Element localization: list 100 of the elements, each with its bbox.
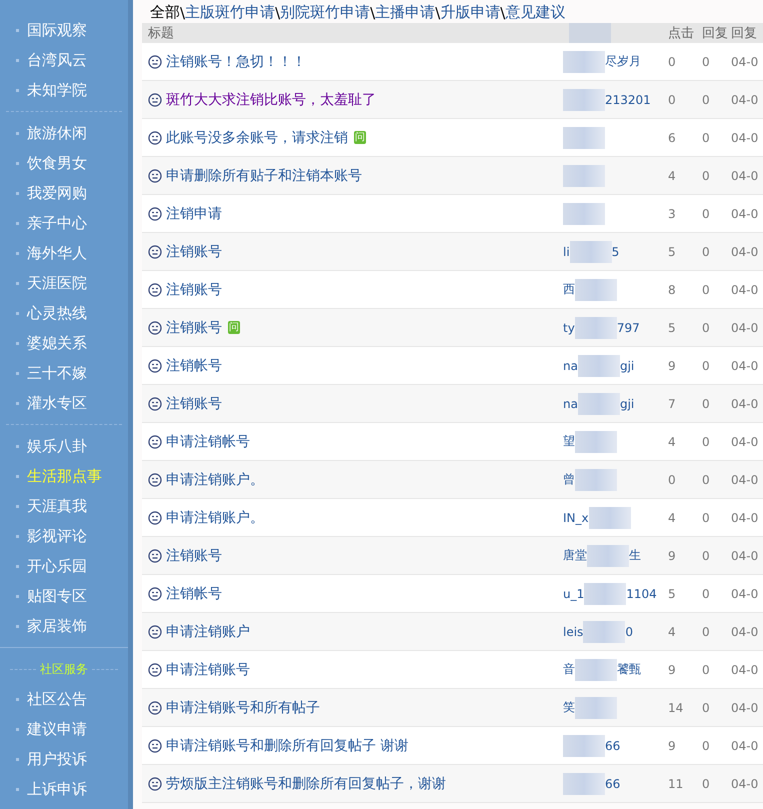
bullet-icon	[16, 222, 19, 224]
author-text: 笑	[563, 699, 575, 716]
reply-count: 0	[702, 130, 710, 144]
bullet-icon	[16, 312, 19, 314]
blurred-area	[575, 468, 617, 490]
thread-title-link[interactable]: 申请注销账号和删除所有回复帖子 谢谢	[166, 736, 408, 754]
reply-count: 0	[702, 738, 710, 752]
category-link[interactable]: 升版申请	[440, 3, 500, 22]
bullet-icon	[16, 28, 19, 32]
face-icon	[148, 168, 162, 182]
path-separator: \	[500, 4, 506, 22]
face-icon	[148, 92, 162, 106]
reply-date: 04-0	[731, 92, 758, 106]
thread-title-link[interactable]: 申请注销账户。	[166, 470, 264, 488]
thread-title-link[interactable]: 注销账号	[166, 318, 222, 336]
thread-title-link[interactable]: 注销帐号	[166, 356, 222, 374]
thread-title-link[interactable]: 申请注销账户	[166, 622, 250, 640]
bullet-icon	[16, 88, 19, 92]
author-text: 66	[605, 738, 620, 752]
face-icon	[148, 548, 162, 562]
click-count: 3	[668, 206, 676, 220]
face-icon	[148, 206, 162, 220]
category-link[interactable]: 主版斑竹申请	[185, 3, 276, 22]
reply-date: 04-0	[731, 586, 758, 600]
author-text: 唐堂	[563, 547, 587, 564]
author-text: ty	[563, 320, 575, 334]
thread-title-link[interactable]: 申请注销账户。	[166, 508, 264, 526]
blurred-area	[575, 658, 617, 680]
reply-count: 0	[702, 92, 710, 106]
thread-title-link[interactable]: 申请删除所有贴子和注销本账号	[166, 166, 362, 184]
author-text: 望	[563, 433, 575, 450]
author-text: 0	[625, 624, 633, 638]
category-link[interactable]: 全部	[150, 3, 180, 22]
blurred-area	[588, 506, 631, 528]
blurred-area	[569, 23, 611, 43]
bullet-icon	[16, 788, 19, 790]
thread-title-link[interactable]: 注销帐号	[166, 584, 222, 602]
category-link[interactable]: 别院斑竹申请	[280, 3, 370, 22]
face-icon	[148, 624, 162, 638]
click-count: 8	[668, 282, 676, 296]
click-count: 11	[668, 776, 684, 790]
blurred-area	[578, 354, 620, 376]
reply-date: 04-0	[731, 472, 758, 486]
click-count: 6	[668, 130, 676, 144]
thread-title-link[interactable]: 注销账号	[166, 546, 222, 564]
reply-count: 0	[702, 434, 710, 448]
blurred-area	[583, 620, 626, 642]
author-text: 1104	[626, 586, 657, 600]
reply-count: 0	[702, 700, 710, 714]
thread-title-link[interactable]: 注销账号	[166, 280, 222, 298]
thread-title-link[interactable]: 申请注销帐号	[166, 432, 250, 450]
blurred-area	[578, 392, 620, 414]
click-count: 4	[668, 624, 676, 638]
reply-date: 04-0	[731, 548, 758, 562]
thread-title-link[interactable]: 注销账号	[166, 394, 222, 412]
face-icon	[148, 776, 162, 790]
thread-title-link[interactable]: 注销申请	[166, 204, 222, 222]
author-text: IN_x	[563, 510, 589, 524]
thread-title-link[interactable]: 注销账号	[166, 242, 222, 260]
thread-title-link[interactable]: 注销账号！急切！！！	[166, 52, 306, 70]
path-separator: \	[275, 4, 280, 22]
face-icon	[148, 434, 162, 448]
column-header: 点击	[668, 25, 695, 43]
reply-date: 04-0	[731, 130, 758, 144]
click-count: 5	[668, 320, 676, 334]
author-text: na	[563, 396, 578, 410]
blurred-area	[563, 202, 605, 224]
category-link[interactable]: 主播申请	[375, 3, 436, 22]
question-badge: 问	[354, 131, 366, 144]
author-text: 西	[563, 281, 575, 298]
face-icon	[148, 700, 162, 714]
blurred-area	[574, 316, 617, 338]
click-count: 0	[668, 54, 676, 68]
bullet-icon	[16, 564, 19, 568]
thread-title-link[interactable]: 斑竹大大求注销比账号，太羞耻了	[166, 90, 376, 108]
reply-date: 04-0	[731, 776, 758, 790]
thread-title-link[interactable]: 申请注销账号	[166, 660, 250, 678]
reply-count: 0	[702, 396, 710, 410]
click-count: 9	[668, 662, 676, 676]
blurred-area	[563, 126, 605, 148]
author-text: 音	[563, 661, 575, 678]
face-icon	[148, 244, 162, 258]
bullet-icon	[16, 758, 19, 760]
face-icon	[148, 472, 162, 486]
reply-count: 0	[702, 624, 710, 638]
reply-count: 0	[702, 472, 710, 486]
thread-title-link[interactable]: 申请注销账号和所有帖子	[166, 698, 320, 716]
bullet-icon	[16, 372, 19, 374]
category-link[interactable]: 意见建议	[505, 3, 566, 22]
face-icon	[148, 358, 162, 372]
thread-title-link[interactable]: 此账号没多余账号，请求注销	[166, 128, 348, 146]
reply-count: 0	[702, 776, 710, 790]
author-text: leis	[563, 624, 584, 638]
click-count: 4	[668, 434, 676, 448]
reply-date: 04-0	[731, 510, 758, 524]
reply-date: 04-0	[731, 662, 758, 676]
bullet-icon	[16, 534, 19, 538]
reply-count: 0	[702, 282, 710, 296]
bullet-icon	[16, 402, 19, 404]
thread-title-link[interactable]: 劳烦版主注销账号和删除所有回复帖子，谢谢	[166, 774, 446, 792]
